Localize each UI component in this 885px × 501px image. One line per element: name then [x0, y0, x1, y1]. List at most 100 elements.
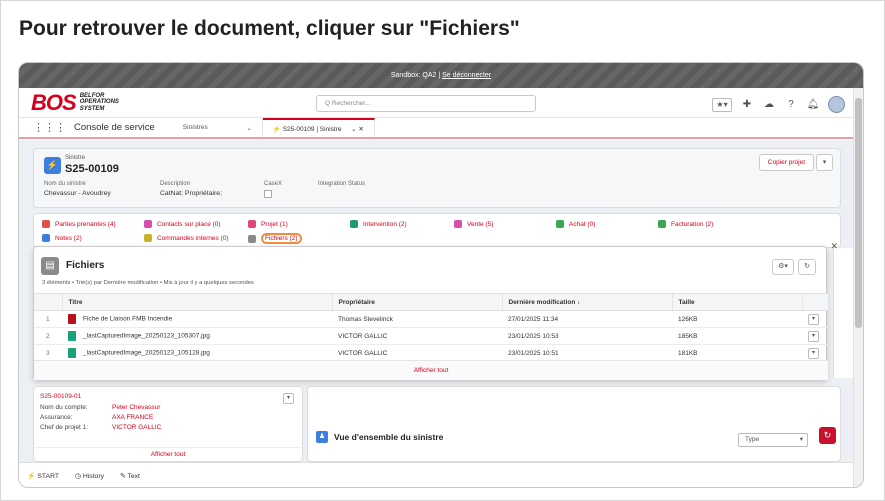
chevron-down-icon[interactable]: ▾	[283, 393, 294, 404]
file-title-link[interactable]: Fiche de Liaison FMB Incendie	[62, 310, 332, 328]
record-content: ⚡ Sinistre S25-00109 Copier projet ▾ Nom…	[19, 140, 855, 462]
casex-checkbox-wrap	[264, 190, 282, 200]
slide: Pour retrouver le document, cliquer sur …	[0, 0, 885, 501]
col-derniere-modification[interactable]: Dernière modification ↓	[501, 293, 672, 311]
help-icon[interactable]: ?	[784, 98, 798, 112]
chevron-down-icon[interactable]: ⌄	[246, 124, 251, 132]
project-card: S25-00109-01 ▾ Nom du compte: Peter Chev…	[33, 386, 303, 462]
related-link-intervention[interactable]: Intervention (2)	[350, 220, 407, 228]
user-avatar[interactable]	[828, 96, 845, 113]
field-casex: CaseX	[264, 181, 282, 200]
file-icon: ▤	[41, 257, 59, 275]
row-actions-cell: ▾	[802, 344, 828, 362]
global-search-input[interactable]: Q Rechercher...	[316, 95, 536, 112]
project-id-link[interactable]: S25-00109-01	[40, 393, 81, 400]
files-show-all-link[interactable]: Afficher tout	[34, 360, 828, 380]
account-link[interactable]: Peter Chevassur	[112, 404, 160, 411]
related-link-commandes-internes[interactable]: Commandes internes (0)	[144, 234, 229, 242]
file-size: 181KB	[672, 344, 802, 362]
related-link-vente[interactable]: Vente (5)	[454, 220, 493, 228]
add-icon[interactable]: ✚	[740, 98, 754, 112]
utility-bar: ⚡ START ◷ History ✎ Text	[19, 462, 855, 487]
refresh-icon[interactable]: ↻	[819, 427, 836, 444]
overview-icon: ♟	[316, 431, 328, 443]
row-actions-dropdown-icon[interactable]: ▾	[808, 330, 819, 342]
tab-close-icon[interactable]: ⌄ ✕	[351, 125, 364, 133]
related-link-contacts-sur-place[interactable]: Contacts sur place (0)	[144, 220, 221, 228]
favorites-icon[interactable]: ★▾	[712, 97, 732, 112]
chevron-down-icon[interactable]: ▾	[816, 154, 833, 171]
list-settings-icon[interactable]: ⚙▾	[772, 259, 794, 275]
type-select-value: Type	[745, 436, 760, 443]
related-link-label: Parties prenantes (4)	[55, 220, 116, 228]
type-select[interactable]: Type ▾	[738, 433, 808, 447]
row-number: 1	[34, 310, 62, 328]
related-link-notes[interactable]: Notes (2)	[42, 234, 82, 242]
record-type: Sinistre	[65, 155, 86, 161]
refresh-icon[interactable]: ↻	[798, 259, 816, 275]
related-link-projet[interactable]: Projet (1)	[248, 220, 288, 228]
field-label: Nom du sinistre	[44, 181, 86, 187]
related-link-parties-prenantes[interactable]: Parties prenantes (4)	[42, 220, 116, 228]
file-title-text: _lastCapturedImage_20250123_105307.jpg	[83, 332, 210, 340]
file-title-text: _lastCapturedImage_20250123_105128.jpg	[83, 349, 210, 357]
project-manager-link[interactable]: VICTOR GALLIC	[112, 424, 161, 431]
utility-text[interactable]: ✎ Text	[120, 472, 140, 480]
utility-start[interactable]: ⚡ START	[27, 472, 59, 480]
related-link-label: Notes (2)	[55, 234, 82, 242]
project-show-all-link[interactable]: Afficher tout	[34, 447, 302, 461]
image-file-icon	[68, 348, 76, 358]
file-title-link[interactable]: _lastCapturedImage_20250123_105307.jpg	[62, 327, 332, 345]
scrollbar-thumb[interactable]	[855, 98, 862, 328]
page-scrollbar[interactable]	[853, 88, 863, 487]
owner-link[interactable]: Thomas Stevelinck	[332, 310, 502, 328]
trailhead-icon[interactable]: ☁	[762, 98, 776, 112]
utility-history[interactable]: ◷ History	[75, 472, 104, 480]
logout-link[interactable]: Se déconnecter	[442, 72, 491, 79]
history-icon: ◷	[75, 473, 81, 480]
logo-mark: BOS	[31, 89, 77, 115]
field-label: CaseX	[264, 181, 283, 187]
field-integration-status: Integration Status	[318, 181, 365, 187]
row-number: 2	[34, 327, 62, 345]
app-launcher-icon[interactable]: ⋮⋮⋮	[33, 121, 66, 134]
col-taille[interactable]: Taille	[671, 293, 802, 311]
logo-line-2: OPERATIONS	[79, 99, 119, 106]
owner-link[interactable]: VICTOR GALLIC	[332, 344, 502, 362]
lightning-icon: ⚡	[27, 473, 36, 480]
related-link-achat[interactable]: Achat (0)	[556, 220, 595, 228]
col-proprietaire[interactable]: Propriétaire	[331, 293, 502, 311]
sandbox-banner: Sandbox: QA2 | Se déconnecter	[19, 63, 863, 88]
file-title-link[interactable]: _lastCapturedImage_20250123_105128.jpg	[62, 344, 332, 362]
related-link-label: Contacts sur place (0)	[157, 220, 221, 228]
utility-history-label: History	[82, 473, 104, 480]
pencil-icon: ✎	[120, 473, 126, 480]
row-actions-dropdown-icon[interactable]: ▾	[808, 347, 819, 359]
chevron-down-icon: ▾	[799, 436, 803, 443]
tab-s25-00109[interactable]: ⚡ S25-00109 | Sinistre ⌄ ✕	[262, 118, 375, 137]
field-value: Chevassur - Avoudrey	[44, 190, 111, 197]
modified-date: 23/01/2025 10:51	[502, 344, 672, 362]
col-titre[interactable]: Titre	[61, 293, 332, 311]
files-table-header: Titre Propriétaire Dernière modification…	[34, 293, 828, 311]
close-icon[interactable]: ✕	[830, 241, 838, 252]
casex-checkbox[interactable]	[264, 190, 272, 198]
field-label: Description	[160, 181, 191, 187]
notifications-bell-icon[interactable]: 🔔︎	[806, 98, 820, 112]
related-link-fichiers[interactable]: Fichiers (2)	[248, 233, 302, 244]
file-size: 185KB	[672, 327, 802, 345]
utility-text-label: Text	[127, 473, 140, 480]
copy-project-button[interactable]: Copier projet	[758, 154, 814, 171]
related-list-icon	[350, 220, 358, 228]
related-link-label: Achat (0)	[569, 220, 596, 228]
files-title: Fichiers	[66, 260, 105, 271]
tab-sinistres[interactable]: Sinistres ⌄	[173, 118, 263, 137]
insurance-link[interactable]: AXA FRANCE	[112, 414, 153, 421]
row-actions-dropdown-icon[interactable]: ▾	[808, 313, 819, 325]
utility-start-label: START	[37, 473, 60, 480]
logo[interactable]: BOS BELFOR OPERATIONS SYSTEM	[31, 90, 119, 116]
modified-date: 27/01/2025 11:34	[502, 310, 672, 328]
related-list-icon	[144, 220, 152, 228]
owner-link[interactable]: VICTOR GALLIC	[332, 327, 502, 345]
related-link-facturation[interactable]: Facturation (2)	[658, 220, 713, 228]
